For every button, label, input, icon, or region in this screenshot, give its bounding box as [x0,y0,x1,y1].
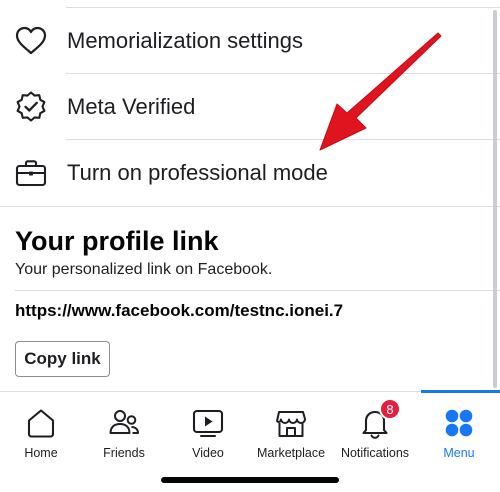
profile-link-subtitle: Your personalized link on Facebook. [15,261,273,278]
tab-marketplace[interactable]: Marketplace [249,392,333,464]
tab-label: Marketplace [256,446,326,460]
menu-item-label: Turn on professional mode [67,160,328,185]
tab-label: Notifications [340,446,410,460]
menu-item-meta-verified[interactable]: Meta Verified [0,74,500,140]
friends-icon [109,410,139,434]
notification-badge: 8 [379,398,401,420]
menu-item-professional-mode[interactable]: Turn on professional mode [0,140,500,206]
video-icon [192,409,224,438]
verified-badge-icon [16,91,46,122]
heart-icon [15,26,47,55]
menu-item-label: Memorialization settings [67,28,303,53]
menu-item-memorialization-settings[interactable]: Memorialization settings [0,8,500,74]
home-indicator [161,477,339,483]
briefcase-icon [15,160,47,187]
home-icon [27,409,55,438]
profile-link-title: Your profile link [15,226,219,256]
tab-label: Friends [103,446,145,460]
tab-label: Menu [443,446,475,460]
tab-label: Home [24,446,58,460]
section-divider [0,206,500,207]
top-divider [0,0,500,8]
copy-link-button[interactable]: Copy link [15,341,110,377]
tab-label: Video [192,446,224,460]
menu-grid-icon [445,409,473,437]
tab-notifications[interactable]: 8 Notifications [333,392,417,464]
marketplace-icon [276,411,306,437]
tab-friends[interactable]: Friends [82,392,166,464]
tab-home[interactable]: Home [0,392,83,464]
tab-video[interactable]: Video [166,392,250,464]
menu-item-label: Meta Verified [67,94,196,119]
profile-link-divider [15,290,500,291]
profile-url: https://www.facebook.com/testnc.ionei.7 [15,301,344,320]
tab-menu[interactable]: Menu [417,392,500,464]
scrollbar[interactable] [493,10,497,388]
